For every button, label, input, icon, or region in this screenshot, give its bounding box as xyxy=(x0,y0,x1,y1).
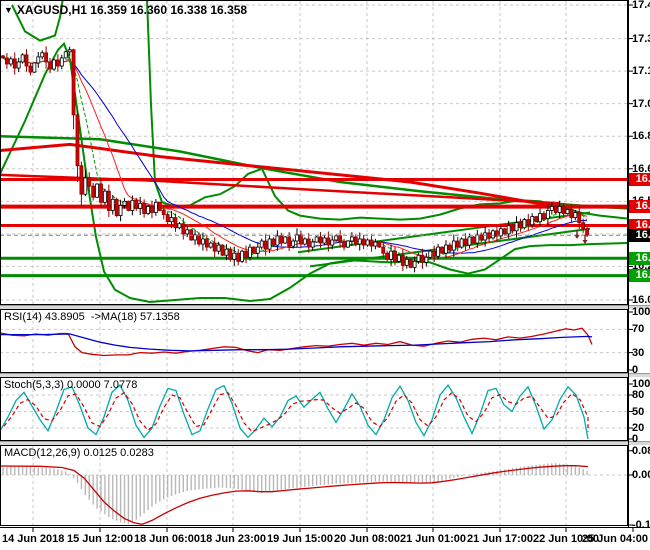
rsi-panel[interactable] xyxy=(0,309,628,373)
chart-window: ▼ XAGUSD,H1 16.359 16.360 16.338 16.358 R… xyxy=(0,0,650,550)
macd-panel[interactable] xyxy=(0,445,628,526)
stoch-panel[interactable] xyxy=(0,377,628,441)
main-chart-panel[interactable] xyxy=(0,0,628,305)
